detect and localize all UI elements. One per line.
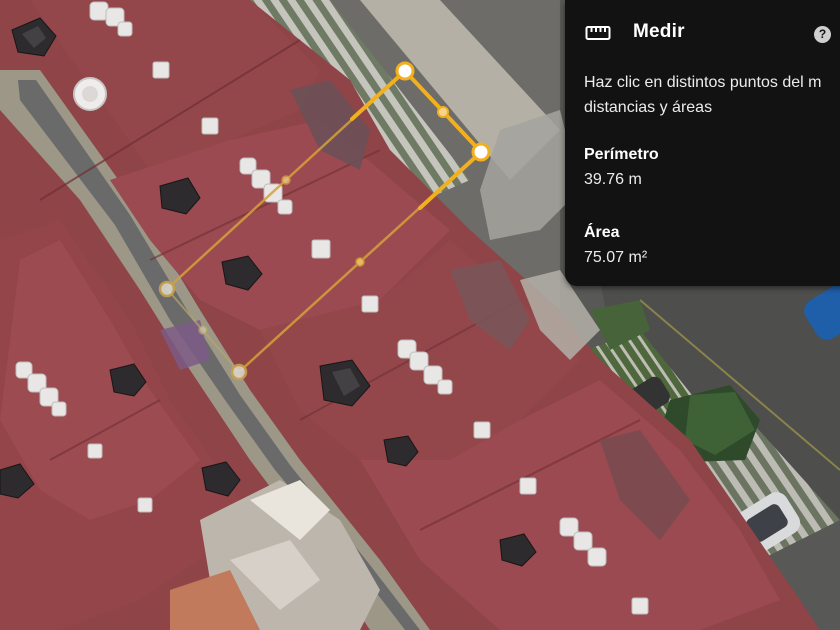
- panel-title: Medir: [633, 21, 685, 42]
- perimeter-label: Perímetro: [584, 146, 659, 163]
- midpoint-handle: [355, 257, 365, 267]
- midpoint-handle: [437, 106, 449, 118]
- instructions-text: Haz clic en distintos puntos del m dista…: [584, 70, 840, 120]
- measure-point: [230, 363, 248, 381]
- panel-header: Medir ?: [565, 0, 840, 66]
- measure-panel: Medir ? Haz clic en distintos puntos del…: [565, 0, 840, 286]
- instructions-line: Haz clic en distintos puntos del m: [584, 74, 822, 91]
- ruler-icon: [585, 26, 611, 40]
- measurement-polygon: [166, 69, 483, 373]
- area-metric: Área 75.07 m²: [584, 222, 647, 269]
- measure-point: [395, 61, 415, 81]
- measure-point: [158, 280, 176, 298]
- perimeter-metric: Perímetro 39.76 m: [584, 144, 659, 191]
- measure-point: [471, 142, 491, 162]
- midpoint-handle: [281, 175, 291, 185]
- midpoint-handle: [198, 325, 208, 335]
- area-value: 75.07 m²: [584, 249, 648, 266]
- help-icon[interactable]: ?: [814, 26, 831, 43]
- perimeter-value: 39.76 m: [584, 171, 642, 188]
- instructions-line: distancias y áreas: [584, 99, 713, 116]
- area-label: Área: [584, 224, 620, 241]
